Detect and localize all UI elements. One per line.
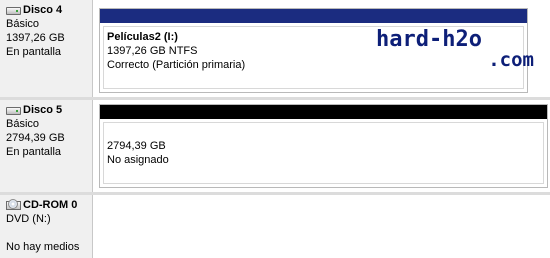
cdrom-name: CD-ROM 0 xyxy=(23,199,78,211)
disk-4-size: 1397,26 GB xyxy=(6,32,65,44)
watermark-main-text: hard-h2o xyxy=(376,27,482,52)
disk-5-title: Disco 5 xyxy=(6,103,92,117)
cdrom-empty-area xyxy=(93,195,550,258)
disk-row-4: Disco 4 Básico 1397,26 GB En pantalla Pe… xyxy=(0,0,550,97)
unallocated-status: No asignado xyxy=(107,154,169,166)
disk-4-title: Disco 4 xyxy=(6,3,92,17)
partition-unallocated[interactable]: 2794,39 GB No asignado xyxy=(99,104,548,188)
partition-unallocated-details: 2794,39 GB No asignado xyxy=(103,122,544,184)
disk-5-name: Disco 5 xyxy=(23,104,63,116)
unallocated-size: 2794,39 GB xyxy=(107,140,166,152)
cdrom-drive: DVD (N:) xyxy=(6,213,51,225)
disk-5-type: Básico xyxy=(6,118,40,130)
disk-5-status: En pantalla xyxy=(6,146,62,158)
disk-5-info[interactable]: Disco 5 Básico 2794,39 GB En pantalla xyxy=(0,100,93,192)
partition-bar-unallocated xyxy=(100,105,547,119)
hard-disk-icon xyxy=(6,106,21,115)
hard-disk-icon xyxy=(6,6,21,15)
disk-4-type: Básico xyxy=(6,18,40,30)
disk-4-info[interactable]: Disco 4 Básico 1397,26 GB En pantalla xyxy=(0,0,93,97)
cdrom-info[interactable]: CD-ROM 0 DVD (N:) No hay medios xyxy=(0,195,93,258)
watermark-logo: hard-h2o .com xyxy=(376,27,538,71)
disk-4-name: Disco 4 xyxy=(23,4,63,16)
disk-5-size: 2794,39 GB xyxy=(6,132,65,144)
partition-bar-primary xyxy=(100,9,527,23)
disk-4-status: En pantalla xyxy=(6,46,62,58)
cd-rom-icon xyxy=(6,199,22,211)
cdrom-row: CD-ROM 0 DVD (N:) No hay medios xyxy=(0,195,550,258)
cdrom-status: No hay medios xyxy=(6,241,80,253)
cdrom-title: CD-ROM 0 xyxy=(6,198,92,212)
watermark-sub-text: .com xyxy=(488,49,534,71)
